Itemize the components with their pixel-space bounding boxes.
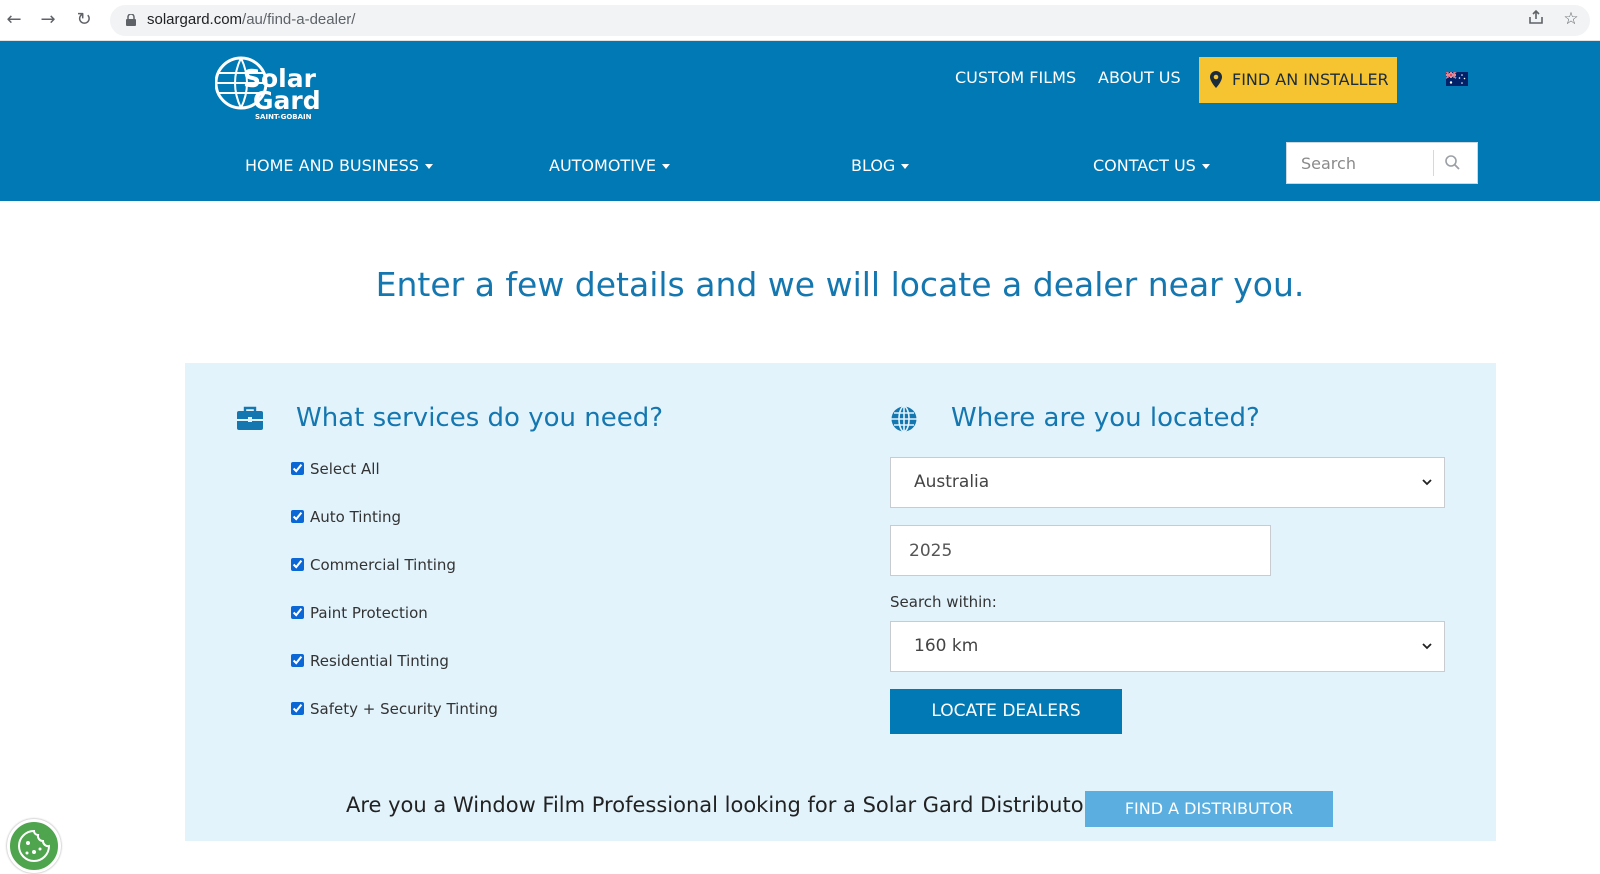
about-us-link[interactable]: ABOUT US bbox=[1098, 68, 1181, 87]
chevron-down-icon bbox=[1422, 479, 1432, 486]
solar-gard-logo[interactable]: Solar Gard SAINT-GOBAIN bbox=[215, 53, 330, 121]
commercial-tinting-checkbox[interactable] bbox=[291, 558, 304, 571]
search-divider bbox=[1433, 150, 1434, 176]
svg-text:SAINT-GOBAIN: SAINT-GOBAIN bbox=[255, 113, 312, 121]
url-path: /au/find-a-dealer/ bbox=[242, 11, 356, 28]
find-distributor-button[interactable]: FIND A DISTRIBUTOR bbox=[1085, 791, 1333, 827]
forward-arrow-icon[interactable]: → bbox=[36, 8, 60, 32]
residential-tinting-checkbox[interactable] bbox=[291, 654, 304, 667]
chevron-down-icon bbox=[1422, 643, 1432, 650]
bookmark-star-icon[interactable]: ☆ bbox=[1560, 8, 1582, 30]
services-title: What services do you need? bbox=[296, 403, 664, 433]
country-select[interactable]: Australia bbox=[890, 457, 1445, 508]
search-within-label: Search within: bbox=[890, 593, 997, 611]
auto-tinting-checkbox[interactable] bbox=[291, 510, 304, 523]
caret-down-icon bbox=[661, 164, 670, 169]
lock-icon bbox=[126, 14, 136, 26]
briefcase-icon bbox=[237, 406, 263, 430]
header-search bbox=[1286, 142, 1478, 184]
select-all-checkbox[interactable] bbox=[291, 462, 304, 475]
safety-security-tinting-label: Safety + Security Tinting bbox=[310, 700, 498, 718]
nav-blog[interactable]: BLOG bbox=[851, 156, 910, 175]
nav-automotive[interactable]: AUTOMOTIVE bbox=[549, 156, 670, 175]
reload-icon[interactable]: ↻ bbox=[72, 8, 96, 32]
postcode-input[interactable]: 2025 bbox=[890, 525, 1271, 576]
find-installer-label: FIND AN INSTALLER bbox=[1232, 70, 1389, 89]
nav-home-and-business[interactable]: HOME AND BUSINESS bbox=[245, 156, 433, 175]
nav-contact-us-label: CONTACT US bbox=[1093, 156, 1196, 175]
distributor-prompt: Are you a Window Film Professional looki… bbox=[346, 793, 1104, 817]
locate-dealers-button[interactable]: LOCATE DEALERS bbox=[890, 689, 1122, 734]
country-select-value: Australia bbox=[914, 472, 990, 492]
svg-text:Gard: Gard bbox=[253, 86, 321, 115]
nav-automotive-label: AUTOMOTIVE bbox=[549, 156, 656, 175]
paint-protection-checkbox[interactable] bbox=[291, 606, 304, 619]
search-icon[interactable] bbox=[1443, 153, 1463, 173]
cookie-settings-button[interactable] bbox=[7, 819, 61, 873]
caret-down-icon bbox=[901, 164, 910, 169]
share-icon[interactable] bbox=[1525, 8, 1547, 30]
search-input[interactable] bbox=[1287, 143, 1432, 183]
nav-blog-label: BLOG bbox=[851, 156, 896, 175]
map-pin-icon bbox=[1210, 71, 1222, 88]
browser-toolbar: ← → ↻ solargard.com/au/find-a-dealer/ ☆ bbox=[0, 0, 1600, 41]
postcode-value: 2025 bbox=[909, 541, 953, 561]
nav-contact-us[interactable]: CONTACT US bbox=[1093, 156, 1210, 175]
back-arrow-icon[interactable]: ← bbox=[2, 8, 26, 32]
url-text: solargard.com/au/find-a-dealer/ bbox=[147, 11, 355, 28]
url-domain: solargard.com bbox=[147, 11, 243, 28]
nav-home-and-business-label: HOME AND BUSINESS bbox=[245, 156, 419, 175]
caret-down-icon bbox=[424, 164, 433, 169]
australia-flag-icon[interactable] bbox=[1446, 72, 1468, 86]
page-title: Enter a few details and we will locate a… bbox=[375, 265, 1305, 304]
residential-tinting-label: Residential Tinting bbox=[310, 652, 449, 670]
globe-icon bbox=[891, 405, 917, 433]
cookie-icon bbox=[18, 829, 51, 862]
select-all-label: Select All bbox=[310, 460, 380, 478]
caret-down-icon bbox=[1201, 164, 1210, 169]
radius-select[interactable]: 160 km bbox=[890, 621, 1445, 672]
address-bar[interactable]: solargard.com/au/find-a-dealer/ bbox=[110, 5, 1590, 36]
radius-select-value: 160 km bbox=[914, 636, 979, 656]
find-installer-button[interactable]: FIND AN INSTALLER bbox=[1199, 57, 1397, 103]
location-title: Where are you located? bbox=[951, 403, 1260, 433]
commercial-tinting-label: Commercial Tinting bbox=[310, 556, 456, 574]
paint-protection-label: Paint Protection bbox=[310, 604, 428, 622]
auto-tinting-label: Auto Tinting bbox=[310, 508, 402, 526]
dealer-locator-panel: What services do you need? Select All Au… bbox=[185, 363, 1496, 841]
site-header: Solar Gard SAINT-GOBAIN CUSTOM FILMS ABO… bbox=[0, 41, 1600, 201]
custom-films-link[interactable]: CUSTOM FILMS bbox=[955, 68, 1076, 87]
safety-security-tinting-checkbox[interactable] bbox=[291, 702, 304, 715]
